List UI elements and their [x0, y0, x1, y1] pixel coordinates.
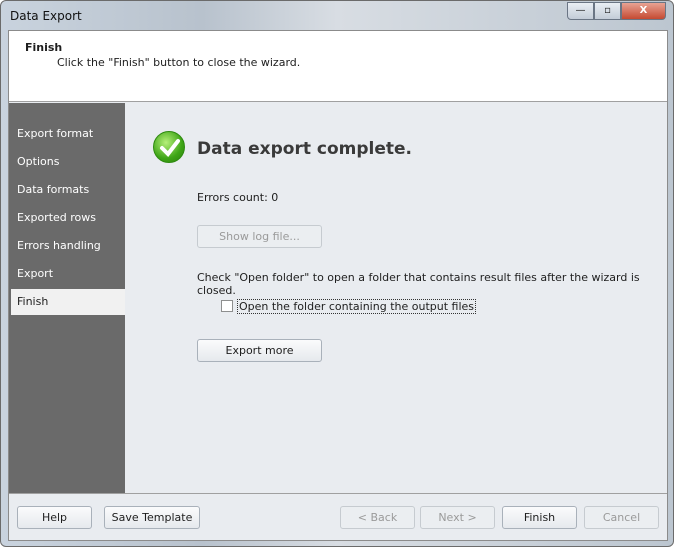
step-options[interactable]: Options — [11, 149, 125, 175]
export-more-button[interactable]: Export more — [197, 339, 322, 362]
next-button[interactable]: Next > — [420, 506, 495, 529]
success-check-icon — [153, 131, 185, 163]
open-folder-label[interactable]: Open the folder containing the output fi… — [237, 299, 477, 314]
finish-button[interactable]: Finish — [502, 506, 577, 529]
data-export-window: Data Export — ▫ X Finish Click the "Fini… — [0, 0, 674, 547]
help-button[interactable]: Help — [17, 506, 92, 529]
step-finish[interactable]: Finish — [11, 289, 125, 315]
page-subtitle: Click the "Finish" button to close the w… — [57, 56, 301, 69]
close-button[interactable]: X — [621, 2, 666, 20]
window-title: Data Export — [10, 9, 82, 23]
wizard-header: Finish Click the "Finish" button to clos… — [9, 31, 667, 102]
open-folder-hint: Check "Open folder" to open a folder tha… — [197, 271, 640, 297]
show-log-button[interactable]: Show log file... — [197, 225, 322, 248]
step-exported-rows[interactable]: Exported rows — [11, 205, 125, 231]
step-export-format[interactable]: Export format — [11, 121, 125, 147]
open-folder-checkbox[interactable] — [221, 300, 233, 312]
completion-heading: Data export complete. — [197, 139, 412, 159]
save-template-button[interactable]: Save Template — [104, 506, 200, 529]
back-button[interactable]: < Back — [340, 506, 415, 529]
page-title: Finish — [25, 41, 63, 54]
step-errors-handling[interactable]: Errors handling — [11, 233, 125, 259]
maximize-button[interactable]: ▫ — [594, 2, 621, 20]
wizard-steps: Export format Options Data formats Expor… — [9, 103, 125, 493]
cancel-button[interactable]: Cancel — [584, 506, 659, 529]
minimize-button[interactable]: — — [567, 2, 594, 20]
step-export[interactable]: Export — [11, 261, 125, 287]
errors-count: Errors count: 0 — [197, 191, 279, 204]
step-data-formats[interactable]: Data formats — [11, 177, 125, 203]
